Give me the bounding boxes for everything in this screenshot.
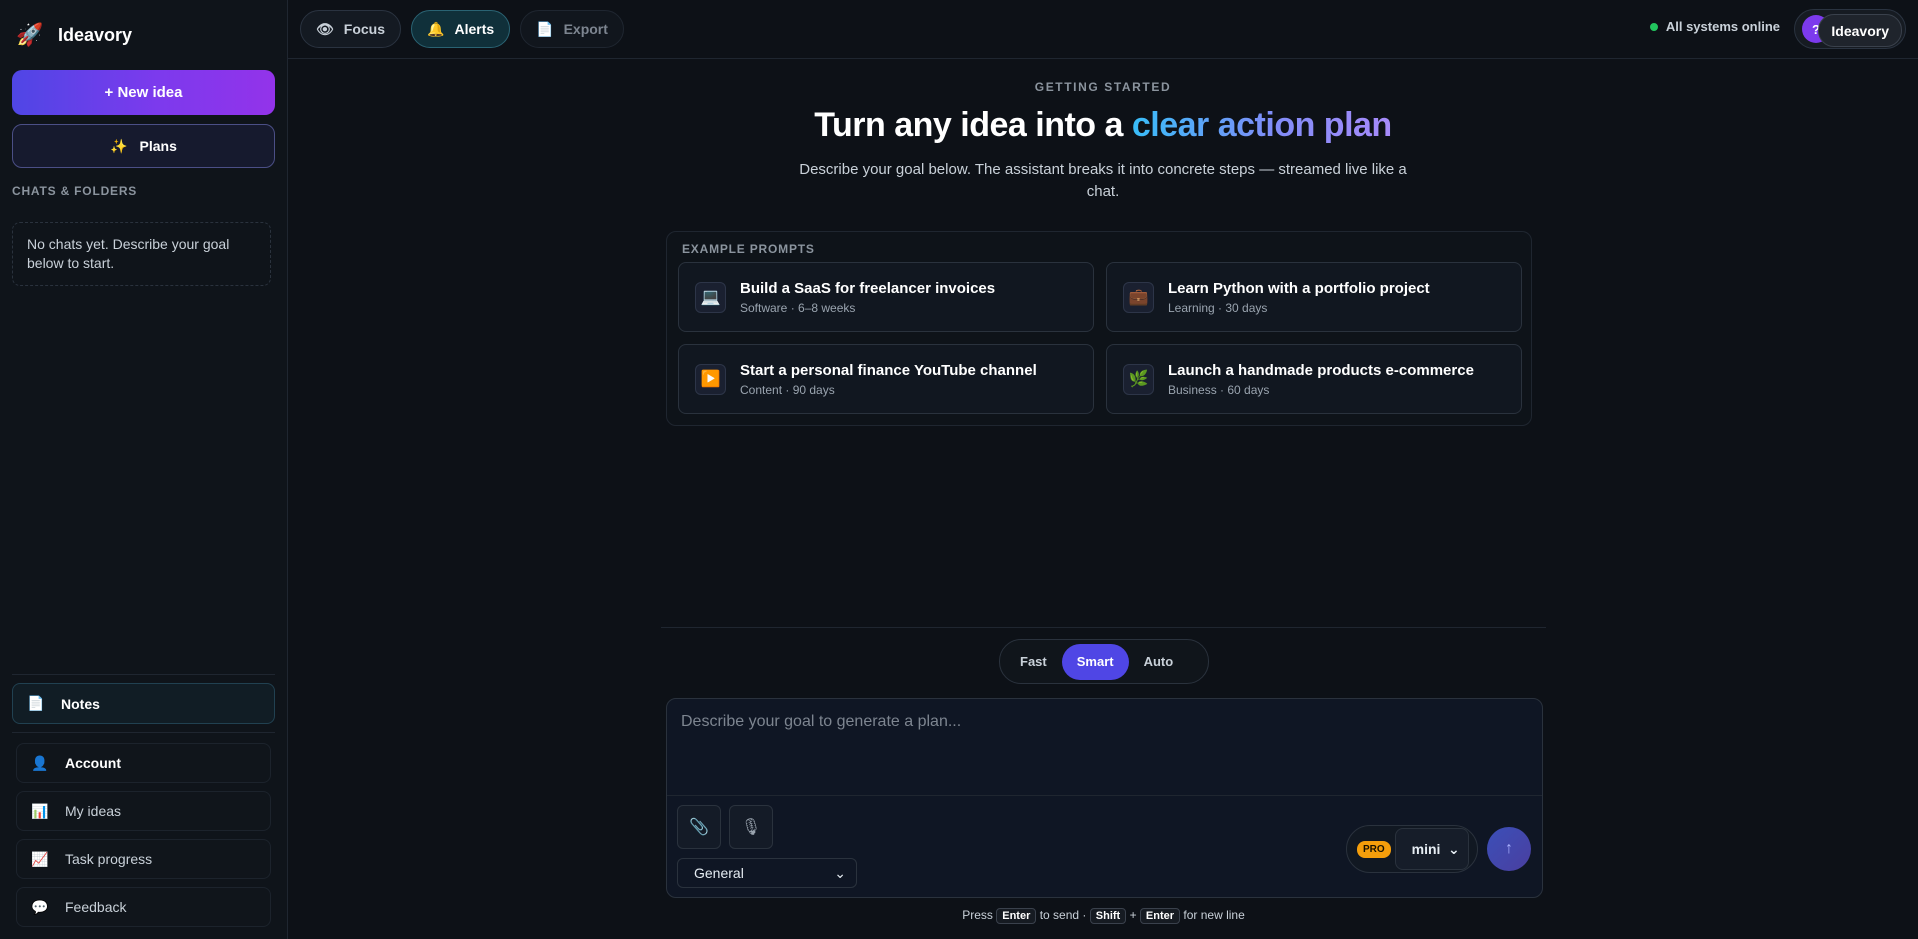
- bell-icon: 🔔: [427, 20, 445, 37]
- eye-icon: 👁: [316, 20, 334, 37]
- briefcase-icon: 💼: [1123, 281, 1154, 313]
- title-highlight: clear action plan: [1131, 106, 1392, 144]
- topbar: 👁 Focus 🔔 Alerts 📄 Export All systems on…: [288, 0, 1918, 59]
- model-select[interactable]: mini ⌄: [1394, 828, 1469, 870]
- mode-switch: Fast Smart Auto: [999, 639, 1209, 684]
- example-title: Launch a handmade products e-commerce: [1168, 361, 1474, 379]
- play-icon: ▶️: [695, 363, 726, 395]
- sidebar-item-account[interactable]: 👤 Account: [16, 743, 271, 783]
- sidebar-item-label: My ideas: [65, 803, 122, 819]
- example-prompts-heading: EXAMPLE PROMPTS: [682, 242, 815, 256]
- sidebar-item-label: Account: [65, 755, 121, 771]
- plans-button[interactable]: ✨ Plans: [12, 124, 275, 168]
- sidebar-item-feedback[interactable]: 💬 Feedback: [16, 887, 271, 927]
- example-meta: Business · 60 days: [1168, 382, 1270, 397]
- tooltip: Ideavory: [1818, 14, 1902, 47]
- attach-button[interactable]: 📎: [677, 805, 721, 849]
- sparkles-icon: ✨: [110, 137, 128, 154]
- goal-input[interactable]: [667, 699, 1542, 796]
- sidebar-item-my-ideas[interactable]: 📊 My ideas: [16, 791, 271, 831]
- arrow-up-icon: ↑: [1505, 840, 1513, 857]
- document-icon: 📄: [536, 20, 554, 37]
- mode-fast-button[interactable]: Fast: [1005, 644, 1062, 680]
- composer: 📎 🎙 General ⌄ PRO mini ⌄ ↑: [666, 698, 1543, 898]
- divider: [12, 674, 275, 675]
- sidebar-item-notes[interactable]: 📄 Notes: [12, 683, 275, 724]
- main-area: 👁 Focus 🔔 Alerts 📄 Export All systems on…: [288, 0, 1918, 939]
- hint-text: Press: [962, 908, 993, 922]
- sidebar-item-label: Task progress: [65, 851, 153, 867]
- sidebar-item-label: Notes: [61, 695, 100, 712]
- rocket-icon: 🚀: [16, 22, 44, 47]
- export-label: Export: [563, 21, 608, 37]
- person-icon: 👤: [31, 754, 49, 771]
- empty-chats-message: No chats yet. Describe your goal below t…: [12, 222, 271, 286]
- example-meta: Learning · 30 days: [1168, 300, 1268, 315]
- pro-badge: PRO: [1357, 840, 1391, 858]
- sidebar-item-label: Feedback: [65, 899, 127, 915]
- alerts-button[interactable]: 🔔 Alerts: [411, 10, 511, 48]
- brand[interactable]: 🚀 Ideavory: [12, 0, 275, 70]
- example-meta: Content · 90 days: [740, 382, 835, 397]
- chevron-down-icon: ⌄: [1447, 840, 1460, 857]
- example-card[interactable]: 💻 Build a SaaS for freelancer invoices S…: [678, 262, 1094, 332]
- paperclip-icon: 📎: [689, 819, 709, 836]
- example-title: Start a personal finance YouTube channel: [740, 361, 1037, 379]
- example-grid: 💻 Build a SaaS for freelancer invoices S…: [678, 262, 1522, 414]
- category-select[interactable]: General ⌄: [677, 858, 857, 888]
- leaf-icon: 🌿: [1123, 363, 1154, 395]
- sidebar: 🚀 Ideavory + New idea ✨ Plans CHATS & FO…: [0, 0, 288, 939]
- chats-folders-heading: CHATS & FOLDERS: [12, 184, 138, 198]
- example-card[interactable]: ▶️ Start a personal finance YouTube chan…: [678, 344, 1094, 414]
- plans-label: Plans: [139, 138, 177, 154]
- example-meta: Software · 6–8 weeks: [740, 300, 856, 315]
- page-title: Turn any idea into a clear action plan: [288, 106, 1918, 145]
- laptop-icon: 💻: [695, 281, 726, 313]
- voice-button[interactable]: 🎙: [729, 805, 773, 849]
- hint-text: for new line: [1183, 908, 1245, 922]
- focus-label: Focus: [343, 21, 386, 37]
- sidebar-nav: 👤 Account 📊 My ideas 📈 Task progress 💬 F…: [12, 733, 275, 939]
- hero: GETTING STARTED Turn any idea into a cle…: [288, 80, 1918, 203]
- new-idea-button[interactable]: + New idea: [12, 70, 275, 115]
- category-value: General: [694, 865, 744, 881]
- app-root: 🚀 Ideavory + New idea ✨ Plans CHATS & FO…: [0, 0, 1918, 939]
- status-dot: [1649, 22, 1658, 31]
- title-plain: Turn any idea into a: [814, 106, 1132, 144]
- example-card[interactable]: 🌿 Launch a handmade products e-commerce …: [1106, 344, 1522, 414]
- status-text: All systems online: [1665, 19, 1780, 34]
- example-prompts: EXAMPLE PROMPTS 💻 Build a SaaS for freel…: [666, 231, 1532, 426]
- example-title: Build a SaaS for freelancer invoices: [740, 279, 996, 297]
- mode-auto-button[interactable]: Auto: [1129, 644, 1189, 680]
- enter-key: Enter: [1139, 908, 1181, 924]
- example-card[interactable]: 💼 Learn Python with a portfolio project …: [1106, 262, 1522, 332]
- hint-text: to send ·: [1039, 908, 1087, 922]
- hint-text: +: [1129, 908, 1137, 922]
- sidebar-bottom: 📄 Notes 👤 Account 📊 My ideas 📈 Task prog…: [12, 674, 275, 939]
- bar-chart-icon: 📊: [31, 802, 49, 819]
- chevron-down-icon: ⌄: [834, 864, 846, 881]
- send-button[interactable]: ↑: [1487, 827, 1531, 871]
- keyboard-hint: Press Enter to send · Shift + Enter for …: [661, 908, 1546, 924]
- enter-key: Enter: [996, 908, 1037, 924]
- trend-chart-icon: 📈: [31, 850, 49, 867]
- composer-area: Fast Smart Auto 📎 🎙 General ⌄ PRO: [661, 627, 1546, 939]
- model-value: mini: [1411, 841, 1441, 857]
- sidebar-item-task-progress[interactable]: 📈 Task progress: [16, 839, 271, 879]
- shift-key: Shift: [1089, 908, 1127, 924]
- focus-button[interactable]: 👁 Focus: [300, 10, 402, 48]
- example-title: Learn Python with a portfolio project: [1168, 279, 1430, 297]
- export-button[interactable]: 📄 Export: [520, 10, 624, 48]
- eyebrow: GETTING STARTED: [1034, 80, 1172, 94]
- speech-bubble-icon: 💬: [31, 898, 49, 915]
- mode-smart-button[interactable]: Smart: [1061, 643, 1129, 680]
- alerts-label: Alerts: [454, 21, 495, 37]
- page-subtitle: Describe your goal below. The assistant …: [799, 161, 1407, 200]
- notepad-icon: 📄: [27, 695, 45, 711]
- brand-name: Ideavory: [58, 24, 133, 45]
- model-picker: PRO mini ⌄: [1346, 825, 1478, 873]
- microphone-icon: 🎙: [740, 819, 762, 836]
- system-status: All systems online: [1649, 19, 1780, 34]
